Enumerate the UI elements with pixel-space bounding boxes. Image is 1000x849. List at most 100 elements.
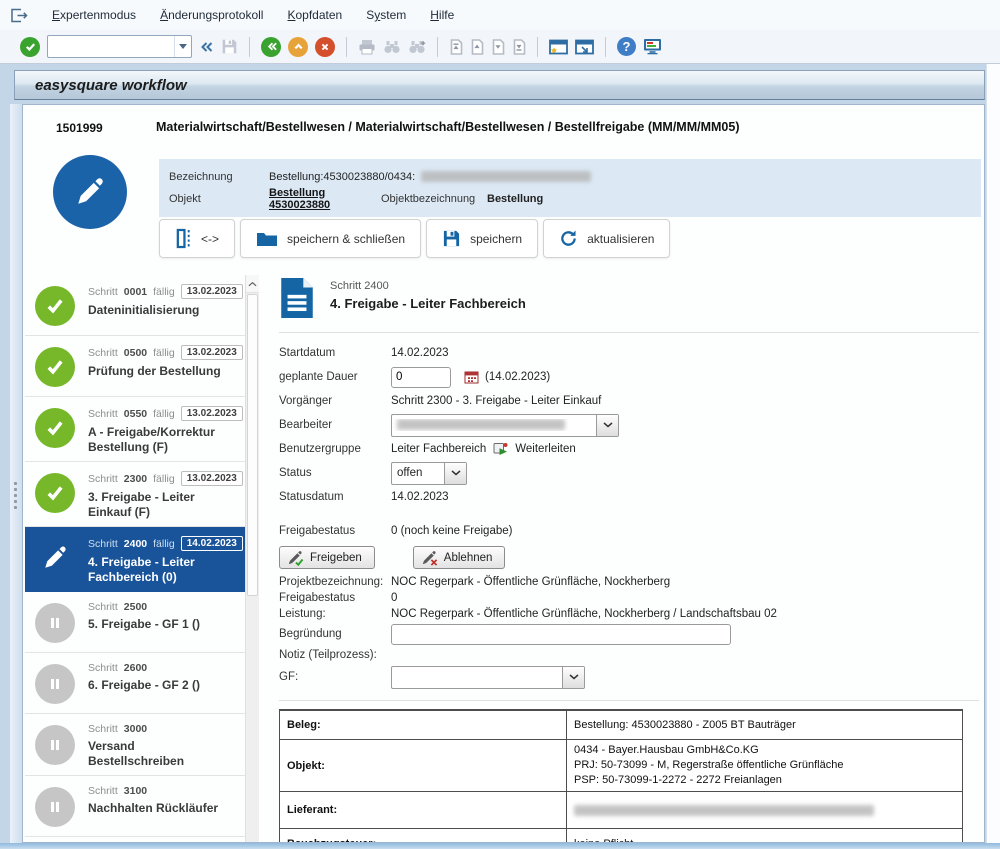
exit-icon[interactable] [288,37,308,57]
row-label: Beleg: [280,710,567,740]
help-icon[interactable]: ? [617,37,636,56]
sidebar-step-2400-active[interactable]: Schritt 2400 fällig 14.02.2023 4. Freiga… [25,527,245,592]
step-detail: Schritt 2400 4. Freigabe - Leiter Fachbe… [279,273,979,842]
sidebar-step-2500[interactable]: Schritt 2500 5. Freigabe - GF 1 () [25,592,245,653]
splitter-handle[interactable] [10,104,22,843]
sidebar-step-3100[interactable]: Schritt 3100 Nachhalten Rückläufer [25,776,245,837]
next-page-icon[interactable] [491,39,505,55]
chevron-down-icon[interactable] [444,463,466,484]
customize-local-layout-icon[interactable] [643,38,662,55]
chevron-down-icon[interactable] [596,415,618,436]
save-icon[interactable] [221,38,238,55]
folder-icon [256,231,278,247]
dauer-input[interactable] [391,367,451,388]
freigeben-button[interactable]: Freigeben [279,546,375,569]
create-shortcut-icon[interactable] [575,39,594,55]
window-title-bar: easysquare workflow [14,70,985,100]
bezeichnung-value: Bestellung:4530023880/0434: [269,171,415,183]
forward-icon[interactable] [492,441,509,457]
sidebar-step-3000[interactable]: Schritt 3000 Versand Bestellschreiben [25,714,245,776]
command-input[interactable] [48,38,174,55]
bezeichnung-label: Bezeichnung [169,171,269,183]
bearbeiter-select[interactable] [391,414,619,437]
menu-item-expertenmodus[interactable]: Expertenmodus [52,8,136,22]
refresh-button[interactable]: aktualisieren [543,219,670,258]
window-bottom-edge [0,843,1000,849]
sidebar-step-2600[interactable]: Schritt 2600 6. Freigabe - GF 2 () [25,653,245,714]
cancel-icon[interactable] [315,37,335,57]
back-icon[interactable] [261,37,281,57]
step-pause-icon [35,787,75,827]
freigabestatus-label: Freigabestatus [279,525,391,537]
bearbeiter-redacted [397,419,565,430]
status-label: Status [279,467,391,479]
table-row-objekt: Objekt: 0434 - Bayer.Hausbau GmbH&Co.KG … [280,740,963,792]
scroll-up-icon[interactable] [246,275,259,293]
new-session-icon[interactable] [549,39,568,55]
find-icon[interactable] [383,40,401,54]
sidebar-step-2300[interactable]: Schritt 2300 fällig 13.02.2023 3. Freiga… [25,462,245,527]
step-done-icon [35,473,75,513]
row-value: Bestellung: 4530023880 - Z005 BT Bauträg… [567,710,963,740]
objektbezeichnung-value: Bestellung [487,193,543,205]
step-title: 4. Freigabe - Leiter Fachbereich (0) [88,555,230,585]
freigabestatus-value: 0 (noch keine Freigabe) [391,525,512,537]
step-edit-pen-icon [35,538,75,578]
step-due-date: 14.02.2023 [181,536,243,551]
last-page-icon[interactable] [512,39,526,55]
sidebar-step-0550[interactable]: Schritt 0550 fällig 13.02.2023 A - Freig… [25,397,245,462]
first-page-icon[interactable] [449,39,463,55]
step-detail-title: 4. Freigabe - Leiter Fachbereich [330,296,526,311]
status-select[interactable]: offen [391,462,467,485]
find-next-icon[interactable] [408,40,426,54]
step-done-icon [35,347,75,387]
command-dropdown-icon[interactable] [174,36,191,57]
reject-pen-icon [421,549,438,566]
step-pause-icon [35,603,75,643]
approve-pen-icon [287,549,304,566]
resize-panel-button[interactable]: <-> [159,219,235,258]
pen-icon [72,174,108,210]
chevron-down-icon[interactable] [562,667,584,688]
weiterleiten-link[interactable]: Weiterleiten [515,443,576,455]
gf-select[interactable] [391,666,585,689]
sidebar-step-0001[interactable]: Schritt 0001 fällig 13.02.2023 Dateninit… [25,275,245,336]
right-scroll-gutter[interactable] [986,64,1000,849]
document-icon [279,277,315,319]
enter-check-icon[interactable] [20,37,40,57]
benutzergruppe-value: Leiter Fachbereich [391,443,486,455]
back-chevron-icon[interactable] [199,40,214,54]
step-title: 5. Freigabe - GF 1 () [88,617,200,632]
sidebar-scrollbar[interactable] [245,275,259,842]
menu-exit-icon[interactable] [10,8,28,23]
objekt-label: Objekt [169,193,269,205]
previous-page-icon[interactable] [470,39,484,55]
save-close-button[interactable]: speichern & schließen [240,219,421,258]
order-summary-table: Beleg: Bestellung: 4530023880 - Z005 BT … [279,709,963,843]
table-row-lieferant: Lieferant: [280,792,963,829]
scrollbar-thumb[interactable] [247,294,258,596]
objekt-link[interactable]: Bestellung 4530023880 [269,187,381,211]
vorgaenger-label: Vorgänger [279,395,391,407]
command-field[interactable] [47,35,192,58]
calendar-icon[interactable] [464,370,479,384]
menu-item-hilfe[interactable]: Hilfe [430,8,454,22]
gf-label: GF: [279,671,391,683]
refresh-icon [559,229,578,248]
sidebar-step-0500[interactable]: Schritt 0500 fällig 13.02.2023 Prüfung d… [25,336,245,397]
window-title: easysquare workflow [35,77,187,94]
menu-item-system[interactable]: System [366,8,406,22]
startdatum-value: 14.02.2023 [391,347,449,359]
print-icon[interactable] [358,39,376,55]
vorgaenger-value: Schritt 2300 - 3. Freigabe - Leiter Eink… [391,395,601,407]
ablehnen-button[interactable]: Ablehnen [413,546,506,569]
row-label: Objekt: [280,740,567,792]
menu-item-aenderungsprotokoll[interactable]: Änderungsprotokoll [160,8,263,22]
step-due-date: 13.02.2023 [181,345,243,360]
menu-item-kopfdaten[interactable]: Kopfdaten [287,8,342,22]
row-value [567,792,963,829]
step-pause-icon [35,664,75,704]
begruendung-input[interactable] [391,624,731,645]
step-due-date: 13.02.2023 [181,406,243,421]
save-button[interactable]: speichern [426,219,538,258]
